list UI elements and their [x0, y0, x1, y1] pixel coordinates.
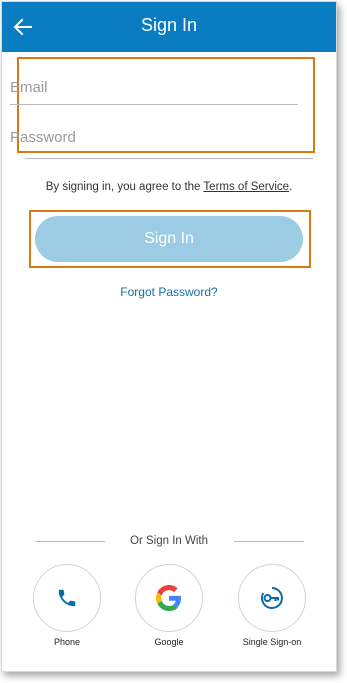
- key-icon: [260, 587, 283, 609]
- password-underline: [25, 158, 313, 159]
- google-icon: [156, 585, 181, 611]
- terms-notice: By signing in, you agree to the Terms of…: [2, 181, 336, 193]
- phone-label: Phone: [53, 637, 81, 647]
- phone-icon: [58, 589, 76, 607]
- single-sign-on-button[interactable]: [238, 564, 306, 632]
- page-title: Sign In: [140, 15, 198, 35]
- google-sign-in-button[interactable]: [135, 564, 203, 632]
- password-field[interactable]: [10, 120, 298, 155]
- divider-right: [234, 541, 304, 542]
- terms-of-service-link[interactable]: Terms of Service: [203, 181, 289, 193]
- forgot-password-link[interactable]: Forgot Password?: [2, 285, 336, 299]
- single-sign-on-label: Single Sign-on: [242, 637, 302, 647]
- app-bar: Sign In: [2, 2, 336, 52]
- terms-prefix: By signing in, you agree to the: [45, 181, 204, 193]
- google-label: Google: [154, 637, 184, 647]
- sign-in-button[interactable]: Sign In: [35, 216, 303, 262]
- terms-suffix: .: [289, 181, 293, 193]
- email-field[interactable]: [10, 70, 298, 105]
- phone-sign-in-button[interactable]: [33, 564, 101, 632]
- sign-in-screen: Sign In By signing in, you agree to the …: [1, 1, 337, 672]
